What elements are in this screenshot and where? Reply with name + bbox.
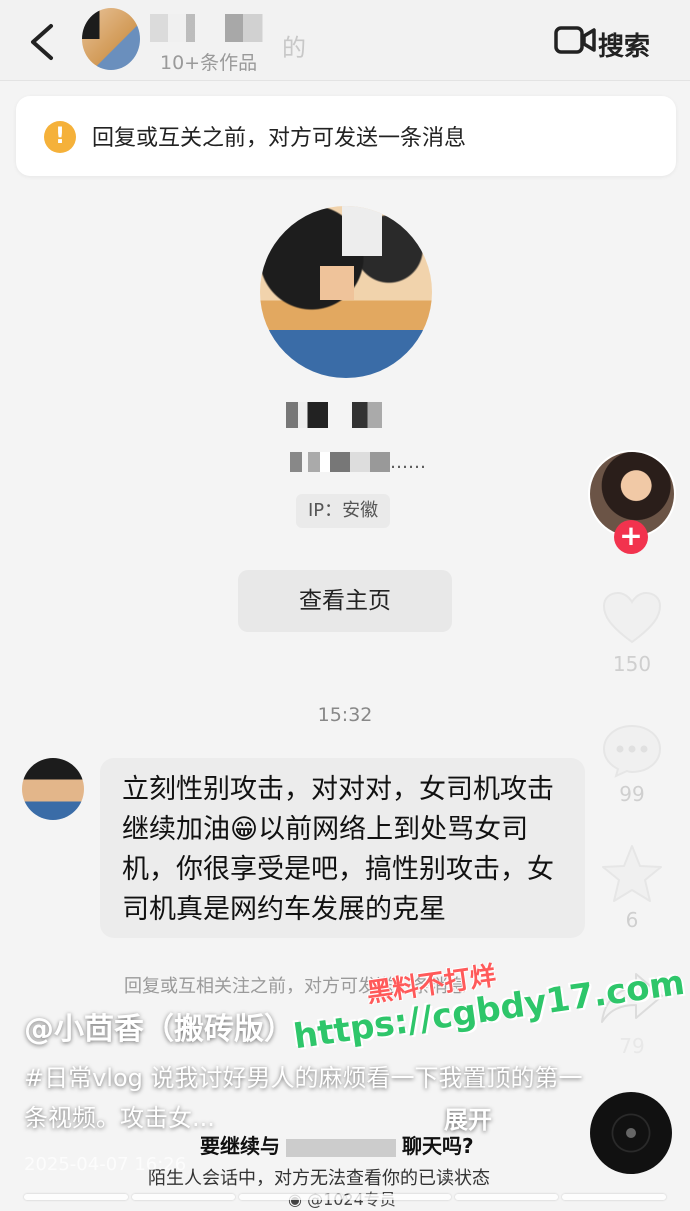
- search-button[interactable]: 搜索: [598, 26, 650, 63]
- music-disc-icon[interactable]: [590, 1092, 672, 1174]
- video-author[interactable]: @小茴香（搬砖版）: [24, 1004, 294, 1048]
- video-caption: #日常vlog 说我讨好男人的麻烦看一下我置顶的第一条视频。攻击女...: [24, 1064, 583, 1132]
- view-homepage-button[interactable]: 查看主页: [238, 570, 452, 632]
- favorite-count: 6: [625, 908, 639, 932]
- avatar-mosaic: [342, 206, 382, 256]
- share-count: 79: [619, 1034, 645, 1058]
- warning-icon: !: [44, 121, 76, 153]
- progress-segment[interactable]: [131, 1194, 236, 1200]
- progress-segment[interactable]: [454, 1194, 559, 1200]
- video-datetime: 2025-04-07 16:26: [24, 1154, 187, 1175]
- expand-caption-button[interactable]: 展开: [444, 1100, 492, 1135]
- profile-bio-redacted: [290, 452, 390, 472]
- follow-plus-icon[interactable]: +: [614, 520, 648, 554]
- notice-text: 回复或互关之前，对方可发送一条消息: [92, 126, 467, 151]
- like-button[interactable]: [600, 590, 664, 646]
- progress-segment[interactable]: [562, 1194, 667, 1200]
- header-name-suffix: 的: [282, 34, 306, 62]
- header-name-redacted: [150, 14, 300, 42]
- comment-count: 99: [619, 782, 645, 806]
- ip-location-badge: IP：安徽: [296, 494, 391, 528]
- profile-bio-ellipsis: ……: [390, 452, 426, 473]
- header-avatar[interactable]: [82, 8, 140, 70]
- progress-segment[interactable]: [347, 1194, 451, 1200]
- message-timestamp: 15:32: [317, 704, 373, 726]
- progress-segment[interactable]: [24, 1194, 128, 1200]
- like-count: 150: [612, 652, 652, 676]
- video-progress-segments[interactable]: [24, 1194, 667, 1200]
- sender-avatar[interactable]: [22, 758, 84, 820]
- back-chevron-icon: [31, 24, 53, 60]
- progress-segment[interactable]: [239, 1194, 344, 1200]
- avatar-mosaic: [320, 266, 354, 300]
- favorite-button[interactable]: [600, 842, 664, 906]
- profile-name-redacted: [286, 402, 406, 428]
- comment-icon: [602, 724, 662, 778]
- redacted-name: [286, 1138, 396, 1157]
- header-works-count: 10+条作品: [160, 52, 258, 74]
- back-button[interactable]: [22, 20, 62, 64]
- heart-icon: [602, 591, 662, 644]
- star-icon: [602, 845, 662, 902]
- profile-avatar[interactable]: [260, 206, 432, 378]
- video-call-icon: [554, 26, 596, 54]
- video-call-button[interactable]: [554, 24, 596, 56]
- comment-button[interactable]: [600, 722, 664, 778]
- message-text: 立刻性别攻击，对对对，女司机攻击继续加油😁以前网络上到处骂女司机，你很享受是吧，…: [122, 774, 554, 925]
